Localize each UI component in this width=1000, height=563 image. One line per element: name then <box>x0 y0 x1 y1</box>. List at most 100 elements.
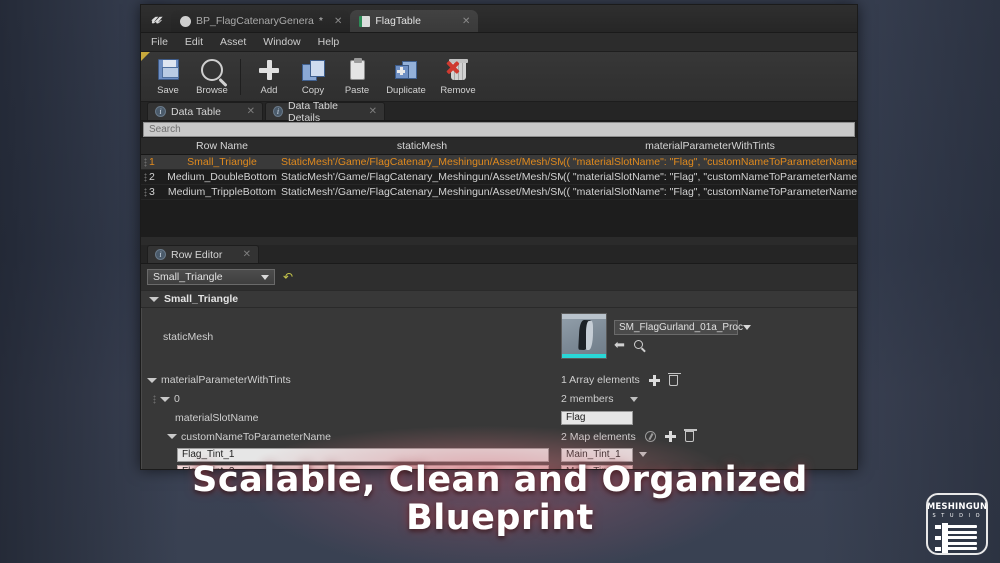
row-section-header[interactable]: Small_Triangle <box>141 290 857 308</box>
table-header-materialparameterwithtints[interactable]: materialParameterWithTints <box>563 140 857 152</box>
row-handle[interactable]: 3 <box>141 186 163 198</box>
row-editor-panel-tabs: i Row Editor ✕ <box>141 245 857 264</box>
window-titlebar: 𝓊 BP_FlagCatenaryGenera * ✕ FlagTable ✕ <box>141 5 857 33</box>
tab-row-editor[interactable]: i Row Editor ✕ <box>147 245 259 263</box>
menu-help[interactable]: Help <box>318 36 340 48</box>
cell-tints[interactable]: (( "materialSlotName": "Flag", "customNa… <box>563 186 857 198</box>
drag-handle-icon[interactable] <box>144 187 147 197</box>
close-icon[interactable]: ✕ <box>334 16 342 27</box>
duplicate-button[interactable]: Duplicate <box>380 54 432 100</box>
static-mesh-asset-dropdown[interactable]: SM_FlagGurland_01a_Proc <box>614 320 751 335</box>
close-icon[interactable]: ✕ <box>369 106 377 117</box>
table-header-staticmesh[interactable]: staticMesh <box>281 140 563 152</box>
copy-button[interactable]: Copy <box>292 54 334 100</box>
row-index: 3 <box>149 186 155 198</box>
caption-text: Scalable, Clean and Organized Blueprint <box>0 461 1000 538</box>
tab-modified-marker: * <box>318 15 323 27</box>
chevron-down-icon <box>160 396 170 402</box>
menu-edit[interactable]: Edit <box>185 36 203 48</box>
array-elements-count: 1 Array elements <box>561 374 640 386</box>
data-table-icon <box>359 15 371 27</box>
tab-data-table-details[interactable]: i Data Table Details ✕ <box>265 100 385 124</box>
browse-label: Browse <box>196 84 228 96</box>
panel-splitter[interactable] <box>141 237 857 245</box>
array-index-label: 0 <box>174 393 180 405</box>
chevron-down-icon <box>147 377 157 383</box>
drag-handle-icon[interactable] <box>153 394 156 404</box>
close-icon[interactable]: ✕ <box>247 106 255 117</box>
static-mesh-thumbnail[interactable] <box>561 313 607 359</box>
menu-file[interactable]: File <box>151 36 168 48</box>
remove-button[interactable]: Remove <box>434 54 482 100</box>
property-label: materialParameterWithTints <box>161 374 291 386</box>
property-row-customnametoparametername[interactable]: customNameToParameterName <box>141 427 561 446</box>
table-row[interactable]: 2 Medium_DoubleBottom StaticMesh'/Game/F… <box>141 170 857 185</box>
chevron-down-icon[interactable] <box>639 452 647 457</box>
add-label: Add <box>260 84 278 96</box>
property-row-array-index-0[interactable]: 0 <box>141 390 561 408</box>
chevron-down-icon <box>742 325 751 330</box>
cell-tints[interactable]: (( "materialSlotName": "Flag", "customNa… <box>563 156 857 168</box>
logo-name: MESHINGUN <box>926 502 988 512</box>
cell-row-name[interactable]: Small_Triangle <box>163 156 281 168</box>
chevron-down-icon[interactable] <box>629 396 638 402</box>
datatable-panel-tabs: i Data Table ✕ i Data Table Details ✕ <box>141 100 857 124</box>
row-handle[interactable]: 2 <box>141 171 163 183</box>
close-icon[interactable]: ✕ <box>462 16 470 27</box>
map-elements-count: 2 Map elements <box>561 430 636 443</box>
row-handle[interactable]: 1 <box>141 156 163 168</box>
tab-data-table[interactable]: i Data Table ✕ <box>147 102 263 120</box>
table-header-row-name[interactable]: Row Name <box>163 140 281 152</box>
tab-label: BP_FlagCatenaryGenera <box>196 15 314 27</box>
cell-row-name[interactable]: Medium_DoubleBottom <box>163 171 281 183</box>
row-select-dropdown[interactable]: Small_Triangle <box>147 269 275 285</box>
remove-label: Remove <box>440 84 476 96</box>
cell-staticmesh[interactable]: StaticMesh'/Game/FlagCatenary_Meshingun/… <box>281 186 563 198</box>
material-slot-name-input[interactable]: Flag <box>561 410 633 425</box>
cell-row-name[interactable]: Medium_TrippleBottom <box>163 186 281 198</box>
close-icon[interactable]: ✕ <box>243 249 251 260</box>
save-icon <box>157 57 179 83</box>
delete-array-icon[interactable] <box>667 372 681 386</box>
paste-button[interactable]: Paste <box>336 54 378 100</box>
delete-map-icon[interactable] <box>683 429 697 442</box>
meshingun-studio-logo: MESHINGUN S T U D I O <box>926 493 988 555</box>
duplicate-icon <box>395 57 417 83</box>
browse-to-asset-icon[interactable] <box>633 340 643 349</box>
property-label-staticmesh: staticMesh <box>163 331 214 343</box>
drag-handle-icon[interactable] <box>144 172 147 182</box>
menu-window[interactable]: Window <box>263 36 300 48</box>
cell-staticmesh[interactable]: StaticMesh'/Game/FlagCatenary_Meshingun/… <box>281 171 563 183</box>
reset-arrow-icon[interactable]: ↶ <box>283 270 293 284</box>
tab-bp-flagcatenarygenerator[interactable]: BP_FlagCatenaryGenera * ✕ <box>171 10 351 32</box>
info-icon: i <box>155 249 166 260</box>
table-row[interactable]: 1 Small_Triangle StaticMesh'/Game/FlagCa… <box>141 155 857 170</box>
tab-label: Row Editor <box>171 248 223 261</box>
property-label: customNameToParameterName <box>181 430 331 443</box>
add-button[interactable]: Add <box>248 54 290 100</box>
tab-label: FlagTable <box>375 15 421 27</box>
row-select-value: Small_Triangle <box>153 271 223 283</box>
property-row-materialparameterwithtints[interactable]: materialParameterWithTints <box>141 370 561 390</box>
members-count: 2 members <box>561 393 614 405</box>
search-bar: Search <box>141 121 857 138</box>
row-selector-bar: Small_Triangle ↶ <box>141 264 857 290</box>
row-section-label: Small_Triangle <box>164 293 239 305</box>
cell-tints[interactable]: (( "materialSlotName": "Flag", "customNa… <box>563 171 857 183</box>
add-map-element-icon[interactable] <box>664 431 676 442</box>
table-empty-area <box>141 200 857 237</box>
blueprint-icon <box>180 15 191 27</box>
menu-asset[interactable]: Asset <box>220 36 246 48</box>
browse-button[interactable]: Browse <box>191 54 233 100</box>
tab-flagtable[interactable]: FlagTable ✕ <box>350 10 479 32</box>
clear-map-icon[interactable] <box>644 431 656 442</box>
cell-staticmesh[interactable]: StaticMesh'/Game/FlagCatenary_Meshingun/… <box>281 156 563 168</box>
menubar: File Edit Asset Window Help <box>141 33 857 52</box>
use-selected-asset-icon[interactable]: ⬅ <box>614 338 625 351</box>
save-button[interactable]: Save <box>147 54 189 100</box>
add-array-element-icon[interactable] <box>648 374 660 386</box>
table-row[interactable]: 3 Medium_TrippleBottom StaticMesh'/Game/… <box>141 185 857 200</box>
search-input[interactable]: Search <box>143 122 855 137</box>
static-mesh-asset-value: SM_FlagGurland_01a_Proc <box>619 322 743 333</box>
drag-handle-icon[interactable] <box>144 157 147 167</box>
